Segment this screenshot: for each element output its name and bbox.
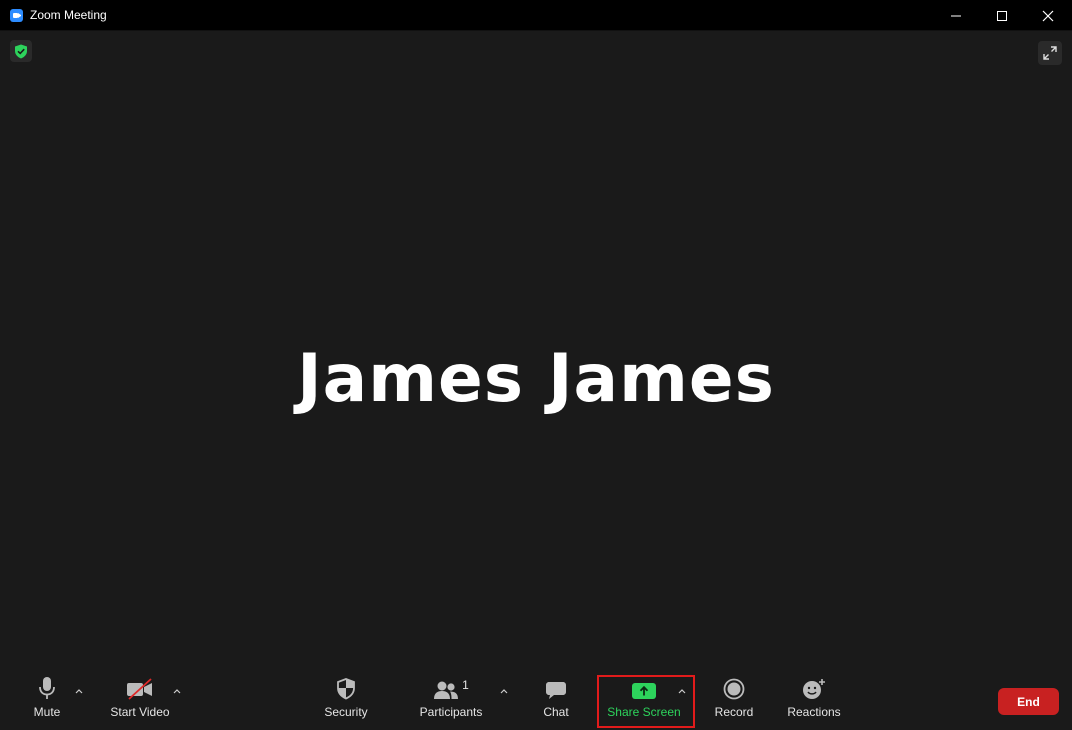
maximize-button[interactable] [979, 0, 1025, 31]
mute-button[interactable]: Mute [26, 670, 68, 728]
share-screen-label: Share Screen [607, 705, 681, 719]
share-options-caret[interactable] [675, 684, 689, 698]
security-button[interactable]: Security [318, 670, 374, 728]
record-label: Record [714, 705, 754, 719]
title-bar: Zoom Meeting [0, 0, 1072, 31]
expand-arrows-icon [1043, 46, 1057, 60]
microphone-icon [39, 677, 55, 699]
meeting-toolbar: Mute Start Video Security 1 Participants… [0, 670, 1072, 730]
chevron-up-icon [500, 689, 508, 694]
chat-button[interactable]: Chat [536, 670, 576, 728]
video-options-caret[interactable] [170, 684, 184, 698]
participants-options-caret[interactable] [497, 684, 511, 698]
participants-label: Participants [419, 705, 483, 719]
start-video-label: Start Video [110, 705, 170, 719]
close-button[interactable] [1025, 0, 1071, 31]
record-button[interactable]: Record [710, 670, 758, 728]
start-video-button[interactable]: Start Video [106, 670, 174, 728]
shield-check-icon [15, 44, 27, 58]
people-icon [434, 681, 459, 699]
mute-label: Mute [33, 705, 61, 719]
chevron-up-icon [173, 689, 181, 694]
audio-options-caret[interactable] [72, 684, 86, 698]
camera-off-icon [127, 678, 152, 700]
chat-label: Chat [543, 705, 569, 719]
reactions-button[interactable]: Reactions [786, 670, 842, 728]
participants-button[interactable]: 1 Participants [416, 670, 486, 728]
participant-name-display: James James [297, 340, 775, 417]
fullscreen-button[interactable] [1038, 41, 1062, 65]
share-arrow-icon [632, 683, 656, 699]
maximize-icon [997, 10, 1007, 21]
share-screen-button[interactable]: Share Screen [604, 670, 684, 728]
zoom-app-icon [10, 9, 23, 22]
shield-icon [337, 678, 355, 700]
participant-count: 1 [462, 678, 469, 692]
record-circle-icon [723, 678, 745, 700]
minimize-button[interactable] [933, 0, 979, 31]
end-meeting-button[interactable]: End [998, 688, 1059, 715]
encryption-shield-badge[interactable] [10, 40, 32, 62]
window-title: Zoom Meeting [30, 8, 107, 22]
chevron-up-icon [678, 689, 686, 694]
minimize-icon [951, 15, 961, 16]
speech-bubble-icon [546, 682, 566, 699]
reactions-label: Reactions [787, 705, 841, 719]
smiley-plus-icon [803, 679, 825, 699]
close-icon [1042, 10, 1054, 21]
chevron-up-icon [75, 689, 83, 694]
security-label: Security [324, 705, 368, 719]
